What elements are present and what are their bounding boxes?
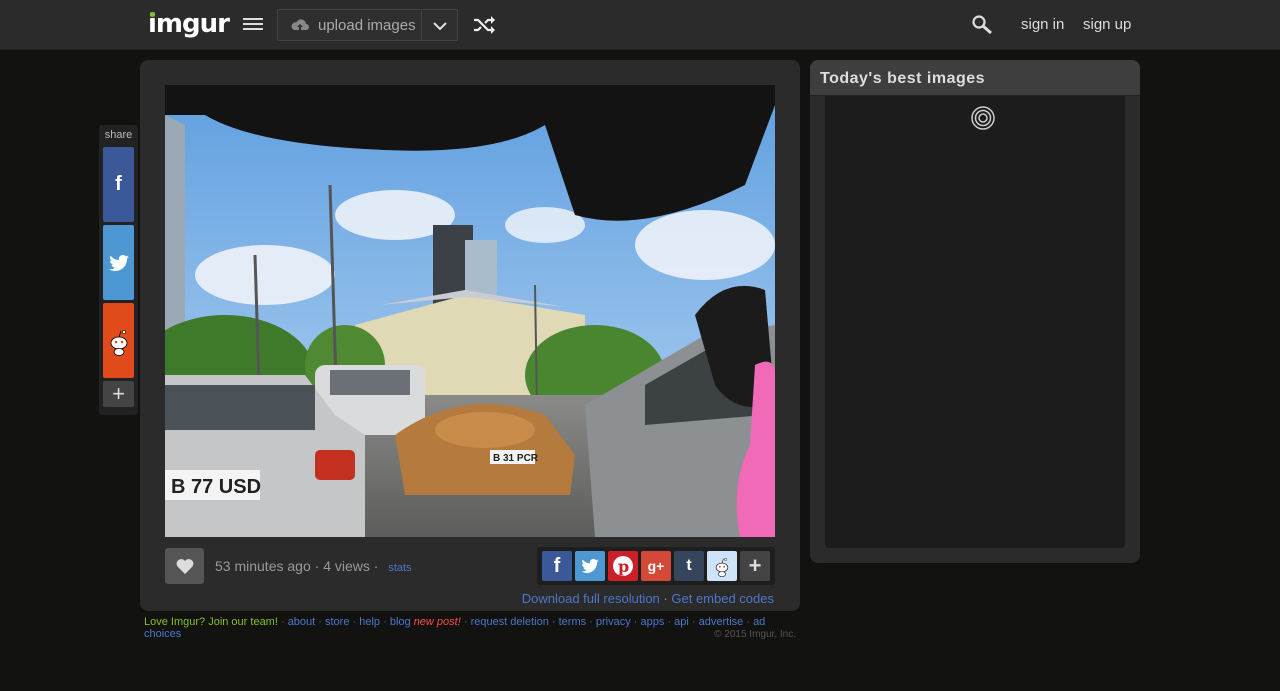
street-photo: B 77 USD B 31 PCR xyxy=(165,85,775,537)
facebook-icon: f xyxy=(553,554,561,577)
heart-icon xyxy=(176,559,193,574)
stats-link[interactable]: stats xyxy=(388,562,411,574)
loading-spinner-icon xyxy=(971,106,995,130)
footer-link-terms[interactable]: terms xyxy=(559,616,587,628)
svg-text:p: p xyxy=(618,557,629,576)
search-icon[interactable] xyxy=(972,15,994,35)
image-links: Download full resolution · Get embed cod… xyxy=(522,591,774,606)
upload-label: upload images xyxy=(318,16,416,34)
download-full-resolution-link[interactable]: Download full resolution xyxy=(522,591,660,606)
facebook-share-button[interactable]: f xyxy=(103,147,134,222)
post-image[interactable]: B 77 USD B 31 PCR xyxy=(165,85,775,537)
share-label: share xyxy=(104,129,133,141)
twitter-share-button[interactable] xyxy=(103,225,134,300)
cloud-upload-icon xyxy=(291,19,309,30)
footer-link-store[interactable]: store xyxy=(325,616,349,628)
social-share-bar: f p g+ t + xyxy=(537,547,775,585)
more-social-button[interactable]: + xyxy=(740,551,770,581)
footer: Love Imgur? Join our team! · about · sto… xyxy=(144,616,766,640)
svg-text:B 31 PCR: B 31 PCR xyxy=(493,453,539,464)
logo-dot xyxy=(150,12,155,17)
upload-dropdown-button[interactable] xyxy=(421,9,458,41)
sidebar-header: Today's best images xyxy=(810,60,1140,96)
reddit-share-button[interactable] xyxy=(103,303,134,378)
new-post-badge: new post! xyxy=(413,616,461,628)
footer-link-privacy[interactable]: privacy xyxy=(596,616,631,628)
get-embed-codes-link[interactable]: Get embed codes xyxy=(671,591,774,606)
shuffle-icon[interactable] xyxy=(473,16,495,34)
pinterest-icon: p xyxy=(613,556,633,576)
google-plus-button[interactable]: g+ xyxy=(641,551,671,581)
footer-link-request-deletion[interactable]: request deletion xyxy=(471,616,549,628)
todays-best-sidebar: Today's best images xyxy=(810,60,1140,563)
plus-icon: + xyxy=(748,553,762,578)
pinterest-button[interactable]: p xyxy=(608,551,638,581)
twitter-icon xyxy=(581,559,599,573)
reddit-button[interactable] xyxy=(707,551,737,581)
svg-text:B 77 USD: B 77 USD xyxy=(171,476,261,498)
share-sidebar: share f + xyxy=(99,125,138,415)
sign-in-link[interactable]: sign in xyxy=(1021,16,1064,33)
logo-text: imgur xyxy=(148,9,230,39)
reddit-icon xyxy=(110,329,127,356)
sidebar-title: Today's best images xyxy=(820,70,986,87)
view-count: 4 views xyxy=(323,558,370,574)
twitter-button[interactable] xyxy=(575,551,605,581)
footer-link-apps[interactable]: apps xyxy=(641,616,665,628)
tumblr-button[interactable]: t xyxy=(674,551,704,581)
top-bar: imgur upload images sign in sign up xyxy=(0,0,1280,50)
google-plus-icon: g+ xyxy=(647,558,665,574)
twitter-icon xyxy=(108,254,129,271)
meta-separator-2: · xyxy=(373,558,379,574)
footer-link-blog[interactable]: blog xyxy=(390,616,411,628)
favorite-button[interactable] xyxy=(165,548,204,584)
meta-separator: · xyxy=(314,558,320,574)
more-share-button[interactable]: + xyxy=(103,381,134,407)
sign-up-link[interactable]: sign up xyxy=(1083,16,1131,33)
links-separator: · xyxy=(663,591,668,606)
image-meta: 53 minutes ago · 4 views · stats xyxy=(215,558,412,574)
menu-icon[interactable] xyxy=(243,18,263,32)
reddit-icon xyxy=(715,558,729,577)
image-panel: B 77 USD B 31 PCR 53 minutes ago · 4 vie… xyxy=(140,60,800,611)
upload-images-button[interactable]: upload images xyxy=(277,9,422,41)
join-team-link[interactable]: Love Imgur? Join our team! xyxy=(144,616,278,628)
time-ago: 53 minutes ago xyxy=(215,558,311,574)
facebook-button[interactable]: f xyxy=(542,551,572,581)
sidebar-content xyxy=(825,96,1125,548)
chevron-down-icon xyxy=(433,22,447,31)
footer-link-api[interactable]: api xyxy=(674,616,689,628)
footer-link-advertise[interactable]: advertise xyxy=(699,616,744,628)
tumblr-icon: t xyxy=(686,557,692,574)
copyright: © 2015 Imgur, Inc. xyxy=(714,629,796,640)
footer-link-help[interactable]: help xyxy=(359,616,380,628)
facebook-icon: f xyxy=(115,173,122,195)
footer-link-about[interactable]: about xyxy=(288,616,316,628)
imgur-logo[interactable]: imgur xyxy=(148,9,230,39)
